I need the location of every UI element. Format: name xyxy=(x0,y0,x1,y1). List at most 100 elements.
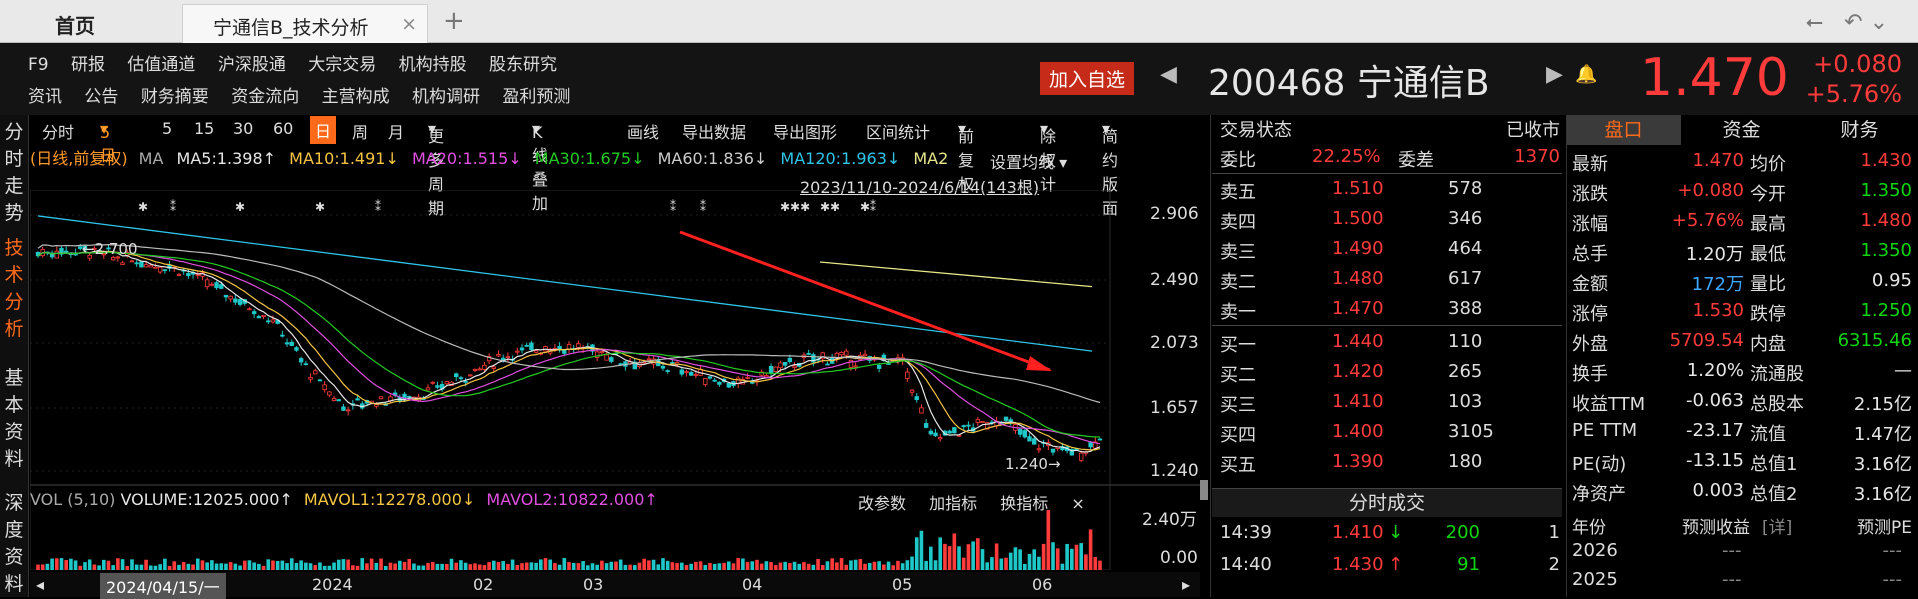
volume-bar xyxy=(332,562,336,570)
menu-item[interactable]: 估值通道 xyxy=(127,55,195,75)
period-timeshare[interactable]: 分时 xyxy=(42,119,74,143)
volume-bars xyxy=(36,510,1102,570)
volume-bar xyxy=(407,558,412,570)
menu-item[interactable]: 机构持股 xyxy=(399,55,467,75)
menu-item[interactable]: 机构调研 xyxy=(412,87,480,107)
buy-row[interactable]: 买一 1.440 110 xyxy=(1220,331,1560,357)
buy-row[interactable]: 买五 1.390 180 xyxy=(1220,451,1560,477)
period-60min[interactable]: 60 xyxy=(273,119,293,138)
vtab-technical[interactable]: 技术分析 xyxy=(3,235,25,343)
volume-bar xyxy=(557,564,562,570)
volume-bar xyxy=(731,563,736,570)
edit-params-button[interactable]: 改参数 xyxy=(858,494,906,513)
simple-layout[interactable]: 简约版面 ▾ xyxy=(1102,119,1118,218)
candle-body xyxy=(1079,452,1084,461)
undo-icon[interactable]: ↶ xyxy=(1844,10,1862,35)
period-week[interactable]: 周 xyxy=(352,119,368,143)
dropdown-icon[interactable]: ⌄ xyxy=(1870,10,1888,35)
candle-body xyxy=(313,370,318,375)
more-periods[interactable]: 更多周期 ▾ xyxy=(428,119,444,218)
buy-row[interactable]: 买三 1.410 103 xyxy=(1220,391,1560,417)
forecast-detail-link[interactable]: [详] xyxy=(1762,513,1792,538)
menu-item[interactable]: 大宗交易 xyxy=(308,55,376,75)
range-stats[interactable]: 区间统计 xyxy=(866,119,930,143)
ma250-value: MA2 xyxy=(913,149,949,168)
bell-icon[interactable]: 🔔 xyxy=(1575,64,1597,85)
export-data[interactable]: 导出数据 xyxy=(682,119,746,143)
adjust-label: (日线,前复权) xyxy=(30,149,128,168)
tab-finance[interactable]: 财务 xyxy=(1802,115,1917,145)
prev-stock-icon[interactable]: ◀ xyxy=(1160,62,1177,87)
close-indicator-icon[interactable]: × xyxy=(1071,494,1084,513)
handicap-value: 1.470 xyxy=(1692,150,1744,171)
scroll-right-icon[interactable]: ▸ xyxy=(1182,575,1190,594)
add-favorite-button[interactable]: 加入自选 xyxy=(1040,62,1135,95)
ma20-value: MA20:1.515↓ xyxy=(411,149,522,168)
period-day[interactable]: 日 xyxy=(310,116,337,144)
vtab-timeshare[interactable]: 分时走势 xyxy=(3,119,25,227)
sell-row[interactable]: 卖三 1.490 464 xyxy=(1220,238,1560,264)
handicap-value: 0.95 xyxy=(1871,270,1912,291)
volume-bar xyxy=(59,558,64,570)
buy-volume: 180 xyxy=(1448,451,1483,472)
volume-bar xyxy=(64,560,68,570)
menu-item[interactable]: 研报 xyxy=(71,55,105,75)
tab-active[interactable]: 宁通信B_技术分析 × xyxy=(182,4,428,43)
menu-item[interactable]: 资金流向 xyxy=(231,87,299,107)
vtab-deep[interactable]: 深度资料 xyxy=(3,490,25,598)
tab-close-icon[interactable]: × xyxy=(401,13,417,35)
draw-line[interactable]: 画线 xyxy=(627,119,659,143)
buy-row[interactable]: 买四 1.400 3105 xyxy=(1220,421,1560,447)
period-15min[interactable]: 15 xyxy=(194,119,214,138)
volume-bar xyxy=(468,564,473,570)
volume-bar xyxy=(172,561,177,570)
ex-right[interactable]: 除权计 ▾ xyxy=(1040,119,1056,194)
menu-item[interactable]: 主营构成 xyxy=(322,87,390,107)
tab-handicap[interactable]: 盘口 xyxy=(1566,115,1681,145)
volume-bar xyxy=(294,563,299,570)
kline-overlay[interactable]: K线叠加 ▾ xyxy=(532,119,548,213)
volume-bar xyxy=(736,558,740,570)
menu-item[interactable]: 股东研究 xyxy=(489,55,557,75)
menu-item[interactable]: F9 xyxy=(28,55,49,75)
add-indicator-button[interactable]: 加指标 xyxy=(929,494,977,513)
buy-row[interactable]: 买二 1.420 265 xyxy=(1220,361,1560,387)
period-5day[interactable]: 5日 ▾ xyxy=(100,119,116,165)
vtab-basic[interactable]: 基本资料 xyxy=(3,365,25,473)
back-arrow-icon[interactable]: ⭠ xyxy=(1806,10,1824,35)
menu-item[interactable]: 公告 xyxy=(84,87,118,107)
volume-bar xyxy=(938,537,943,570)
ma-settings-button[interactable]: 设置均线 ▾ xyxy=(990,149,1067,173)
candle-body xyxy=(176,274,182,276)
sell-row[interactable]: 卖四 1.500 346 xyxy=(1220,208,1560,234)
scroll-left-icon[interactable]: ◂ xyxy=(36,575,44,594)
forward-adjust[interactable]: 前复权 ▾ xyxy=(958,119,974,194)
new-tab-icon[interactable]: + xyxy=(443,6,465,36)
trades-title: 分时成交 xyxy=(1212,488,1562,517)
tab-funds[interactable]: 资金 xyxy=(1684,115,1799,145)
candle-body xyxy=(703,378,708,385)
candle-body xyxy=(327,391,332,396)
panel-toggle-handle[interactable] xyxy=(1200,480,1208,500)
menu-item[interactable]: 资讯 xyxy=(28,87,62,107)
tab-home[interactable]: 首页 xyxy=(55,10,95,39)
sell-row[interactable]: 卖一 1.470 388 xyxy=(1220,298,1560,324)
period-month[interactable]: 月 xyxy=(388,119,404,143)
handicap-value: 6315.46 xyxy=(1837,330,1912,351)
period-30min[interactable]: 30 xyxy=(233,119,253,138)
switch-indicator-button[interactable]: 换指标 xyxy=(1000,494,1048,513)
volume-bar xyxy=(336,559,341,570)
event-marker-icon: ⁑ xyxy=(375,199,381,214)
menu-item[interactable]: 财务摘要 xyxy=(141,87,209,107)
export-graph[interactable]: 导出图形 xyxy=(773,119,837,143)
menu-item[interactable]: 盈利预测 xyxy=(502,87,570,107)
sell-row[interactable]: 卖二 1.480 617 xyxy=(1220,268,1560,294)
volume-bar xyxy=(134,564,139,570)
volume-bar xyxy=(1060,563,1065,570)
sell-row[interactable]: 卖五 1.510 578 xyxy=(1220,178,1560,204)
period-5min[interactable]: 5 xyxy=(162,119,172,138)
menu-item[interactable]: 沪深股通 xyxy=(218,55,286,75)
candle-body xyxy=(454,373,459,378)
next-stock-icon[interactable]: ▶ xyxy=(1546,62,1563,87)
volume-bar xyxy=(228,562,233,570)
